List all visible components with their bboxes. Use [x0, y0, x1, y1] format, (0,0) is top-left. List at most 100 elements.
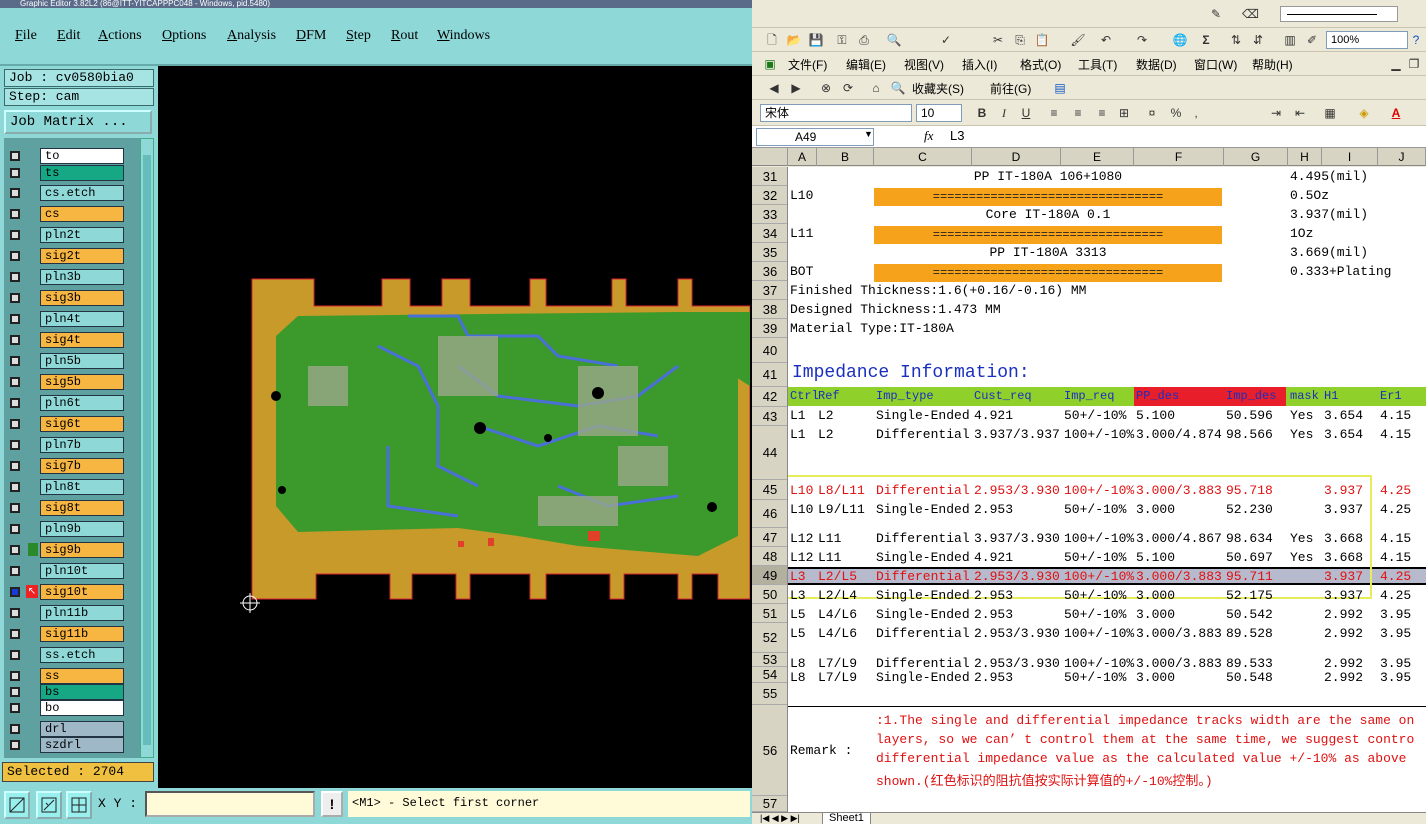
edit-icon[interactable]: ✎: [1208, 6, 1224, 22]
menu-file-cn[interactable]: 文件(F): [788, 56, 827, 73]
layer-row[interactable]: pln8t: [4, 477, 140, 496]
layer-row[interactable]: sig8t: [4, 498, 140, 517]
layer-checkbox[interactable]: [10, 168, 20, 178]
layer-checkbox[interactable]: [10, 151, 20, 161]
restore-icon[interactable]: ❐: [1406, 56, 1422, 72]
menu-edit-cn[interactable]: 编辑(E): [846, 56, 886, 73]
layer-row[interactable]: pln4t: [4, 309, 140, 328]
layer-row[interactable]: pln2t: [4, 225, 140, 244]
layer-checkbox[interactable]: [10, 503, 20, 513]
sort-ascending-icon[interactable]: ⇅: [1228, 32, 1244, 48]
menu-analysis[interactable]: Analysis: [227, 28, 276, 44]
col-header-i[interactable]: I: [1322, 148, 1378, 166]
menu-file[interactable]: File: [15, 28, 37, 44]
row-header[interactable]: 33: [752, 205, 787, 224]
layer-row[interactable]: szdrl: [4, 735, 140, 754]
layer-checkbox[interactable]: [10, 671, 20, 681]
row-header[interactable]: 40: [752, 339, 787, 363]
alert-button[interactable]: !: [321, 791, 343, 817]
layer-row[interactable]: pln10t: [4, 561, 140, 580]
comma-icon[interactable]: ,: [1188, 105, 1204, 121]
col-header-h[interactable]: H: [1288, 148, 1322, 166]
row-header[interactable]: 54: [752, 667, 787, 683]
measure-icon[interactable]: [36, 791, 62, 819]
chart-icon[interactable]: ▥: [1282, 32, 1298, 48]
layer-checkbox[interactable]: [10, 314, 20, 324]
layer-checkbox[interactable]: [10, 377, 20, 387]
save-icon[interactable]: 💾: [808, 32, 824, 48]
eraser-icon[interactable]: ⌫: [1242, 6, 1259, 22]
open-icon[interactable]: 📂: [786, 32, 802, 48]
layer-checkbox[interactable]: [10, 650, 20, 660]
col-header-e[interactable]: E: [1061, 148, 1134, 166]
goto-menu[interactable]: 前往(G): [990, 80, 1031, 97]
job-matrix-button[interactable]: Job Matrix ...: [4, 110, 152, 134]
autosum-icon[interactable]: Σ: [1198, 32, 1214, 48]
menu-window-cn[interactable]: 窗口(W): [1194, 56, 1237, 73]
copy-icon[interactable]: ⎘: [1012, 32, 1028, 48]
indent-icon[interactable]: ⇥: [1268, 105, 1284, 121]
font-select[interactable]: 宋体: [760, 104, 912, 122]
layer-row[interactable]: sig5b: [4, 372, 140, 391]
help-icon[interactable]: ?: [1408, 32, 1424, 48]
menu-actions[interactable]: Actions: [98, 28, 142, 44]
tab-sheet1[interactable]: Sheet1: [822, 813, 871, 824]
layer-checkbox[interactable]: [10, 398, 20, 408]
menu-tools-cn[interactable]: 工具(T): [1078, 56, 1117, 73]
layer-scrollbar[interactable]: [140, 138, 154, 758]
line-style-select[interactable]: [1280, 6, 1398, 22]
row-header[interactable]: 36: [752, 262, 787, 281]
row-header[interactable]: 42: [752, 387, 787, 407]
print-preview-icon[interactable]: 🔍: [886, 32, 902, 48]
layer-checkbox[interactable]: [10, 740, 20, 750]
layer-row[interactable]: sig2t: [4, 246, 140, 265]
layer-checkbox[interactable]: [10, 251, 20, 261]
layer-checkbox[interactable]: [10, 440, 20, 450]
redo-icon[interactable]: ↷: [1134, 32, 1150, 48]
menu-insert-cn[interactable]: 插入(I): [962, 56, 997, 73]
name-box[interactable]: A49: [756, 128, 874, 146]
row-header[interactable]: 46: [752, 500, 787, 528]
layer-row[interactable]: pln5b: [4, 351, 140, 370]
layer-row[interactable]: ↖ sig10t: [4, 582, 140, 601]
layer-checkbox[interactable]: [10, 629, 20, 639]
layer-checkbox[interactable]: [10, 419, 20, 429]
web-icon[interactable]: ▤: [1052, 80, 1068, 96]
outdent-icon[interactable]: ⇤: [1292, 105, 1308, 121]
layer-row[interactable]: pln11b: [4, 603, 140, 622]
layer-checkbox[interactable]: [10, 687, 20, 697]
col-header-b[interactable]: B: [817, 148, 874, 166]
underline-icon[interactable]: U: [1018, 105, 1034, 121]
row-header[interactable]: 37: [752, 281, 787, 300]
layer-checkbox[interactable]: [10, 703, 20, 713]
menu-data-cn[interactable]: 数据(D): [1136, 56, 1177, 73]
layer-checkbox[interactable]: [10, 461, 20, 471]
menu-options[interactable]: Options: [162, 28, 206, 44]
tab-scroll-icon[interactable]: |◀ ◀ ▶ ▶|: [760, 813, 800, 824]
graphic-canvas[interactable]: [158, 66, 750, 788]
layer-checkbox[interactable]: [10, 608, 20, 618]
layer-row[interactable]: sig7b: [4, 456, 140, 475]
col-header-f[interactable]: F: [1134, 148, 1224, 166]
menu-windows[interactable]: Windows: [437, 28, 490, 44]
align-center-icon[interactable]: ≡: [1070, 105, 1086, 121]
menu-dfm[interactable]: DFM: [296, 28, 326, 44]
layer-row[interactable]: sig6t: [4, 414, 140, 433]
row-header[interactable]: 45: [752, 480, 787, 500]
align-left-icon[interactable]: ≡: [1046, 105, 1062, 121]
merge-icon[interactable]: ⊞: [1116, 105, 1132, 121]
row-header[interactable]: 44: [752, 426, 787, 480]
font-color-icon[interactable]: A: [1388, 105, 1404, 121]
forward-icon[interactable]: ▶: [788, 80, 804, 96]
favorites-menu[interactable]: 收藏夹(S): [912, 80, 964, 97]
layer-row[interactable]: pln7b: [4, 435, 140, 454]
print-icon[interactable]: ⎙: [856, 32, 872, 48]
layer-checkbox[interactable]: [10, 209, 20, 219]
layer-checkbox[interactable]: [10, 482, 20, 492]
row-header[interactable]: 39: [752, 319, 787, 338]
layer-row[interactable]: ts: [4, 163, 140, 182]
layer-checkbox[interactable]: [10, 587, 20, 597]
row-header[interactable]: 50: [752, 585, 787, 604]
zoom-select[interactable]: 100%: [1326, 31, 1408, 49]
fill-color-icon[interactable]: ◈: [1356, 105, 1372, 121]
